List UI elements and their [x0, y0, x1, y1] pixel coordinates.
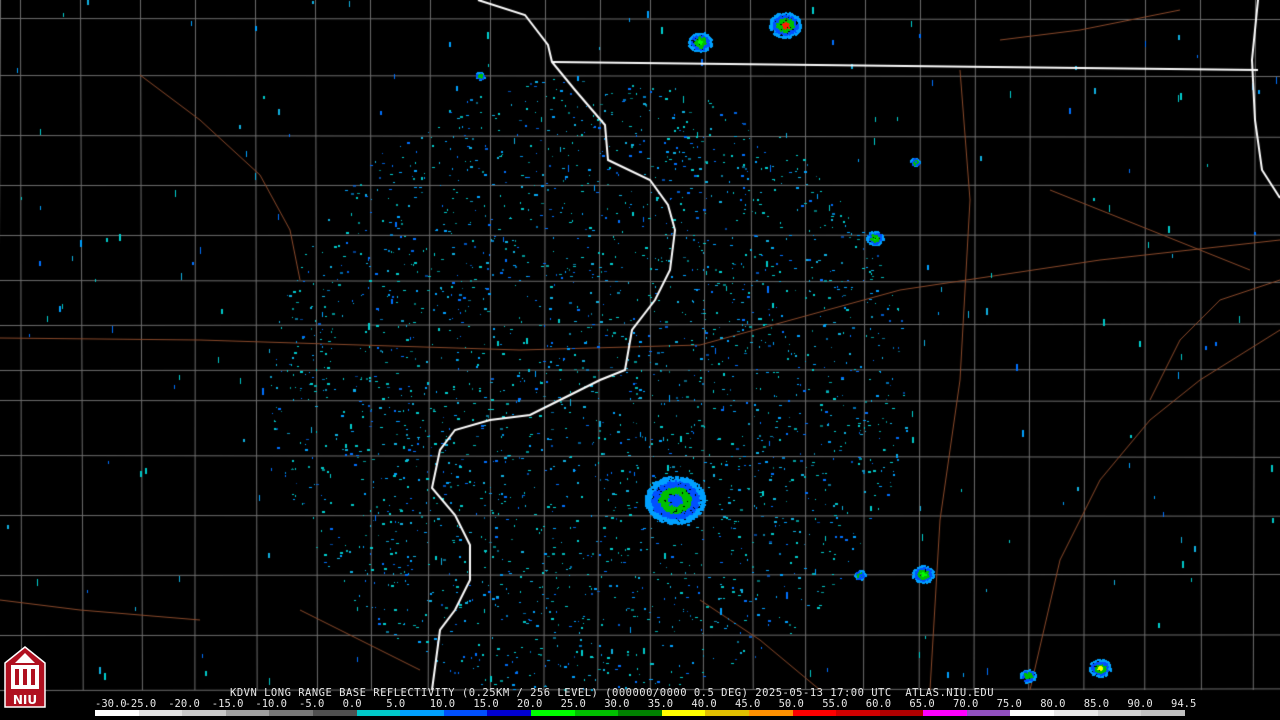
scale-swatch: [879, 710, 924, 716]
logo-text: NIU: [13, 693, 37, 707]
scale-label: 25.0: [560, 698, 586, 710]
scale-swatch: [487, 710, 531, 716]
color-scale-bar: [95, 710, 1185, 716]
scale-swatch: [1054, 710, 1098, 716]
scale-swatch: [1097, 710, 1142, 716]
scale-swatch: [574, 710, 619, 716]
scale-label: 70.0: [953, 698, 979, 710]
scale-swatch: [138, 710, 183, 716]
niu-logo-icon: NIU: [4, 646, 46, 708]
scale-label: 45.0: [735, 698, 761, 710]
scale-label: 85.0: [1083, 698, 1110, 710]
scale-swatch: [225, 710, 270, 716]
scale-label: 35.0: [647, 698, 674, 710]
scale-swatch: [1010, 710, 1055, 716]
scale-label: 40.0: [691, 698, 717, 710]
scale-swatch: [356, 710, 401, 716]
scale-swatch: [182, 710, 226, 716]
scale-swatch: [618, 710, 662, 716]
scale-label: 10.0: [429, 698, 456, 710]
radar-map: [0, 0, 1280, 720]
scale-swatch: [530, 710, 575, 716]
scale-label: 55.0: [822, 698, 848, 710]
scale-label: -25.0: [124, 698, 157, 710]
scale-swatch: [836, 710, 880, 716]
scale-label: -10.0: [255, 698, 287, 710]
scale-swatch: [661, 710, 706, 716]
scale-label: 50.0: [778, 698, 804, 710]
scale-label: -30.0: [95, 698, 127, 710]
scale-label: 20.0: [517, 698, 543, 710]
scale-swatch: [966, 710, 1011, 716]
scale-swatch: [443, 710, 488, 716]
scale-label: 80.0: [1040, 698, 1066, 710]
scale-swatch: [400, 710, 444, 716]
scale-label: 30.0: [604, 698, 630, 710]
scale-swatch: [312, 710, 357, 716]
scale-label: 15.0: [473, 698, 499, 710]
scale-swatch: [1141, 710, 1185, 716]
color-scale-labels: -30.0 -25.0 -20.0 -15.0 -10.0 -5.0 0.0 5.0 10.0 1…: [95, 698, 1196, 710]
scale-label: 65.0: [909, 698, 935, 710]
scale-label: 5.0: [386, 698, 406, 710]
scale-label: 60.0: [865, 698, 892, 710]
scale-label: 0.0: [342, 698, 362, 710]
scale-label: -20.0: [168, 698, 200, 710]
scale-label: -5.0: [299, 698, 325, 710]
scale-swatch: [705, 710, 749, 716]
scale-label: 75.0: [996, 698, 1022, 710]
scale-swatch: [95, 710, 139, 716]
scale-label: 94.5: [1171, 698, 1197, 710]
scale-swatch: [748, 710, 793, 716]
scale-swatch: [923, 710, 967, 716]
scale-swatch: [269, 710, 313, 716]
scale-swatch: [792, 710, 837, 716]
scale-label: 90.0: [1127, 698, 1153, 710]
scale-label: -15.0: [211, 698, 244, 710]
